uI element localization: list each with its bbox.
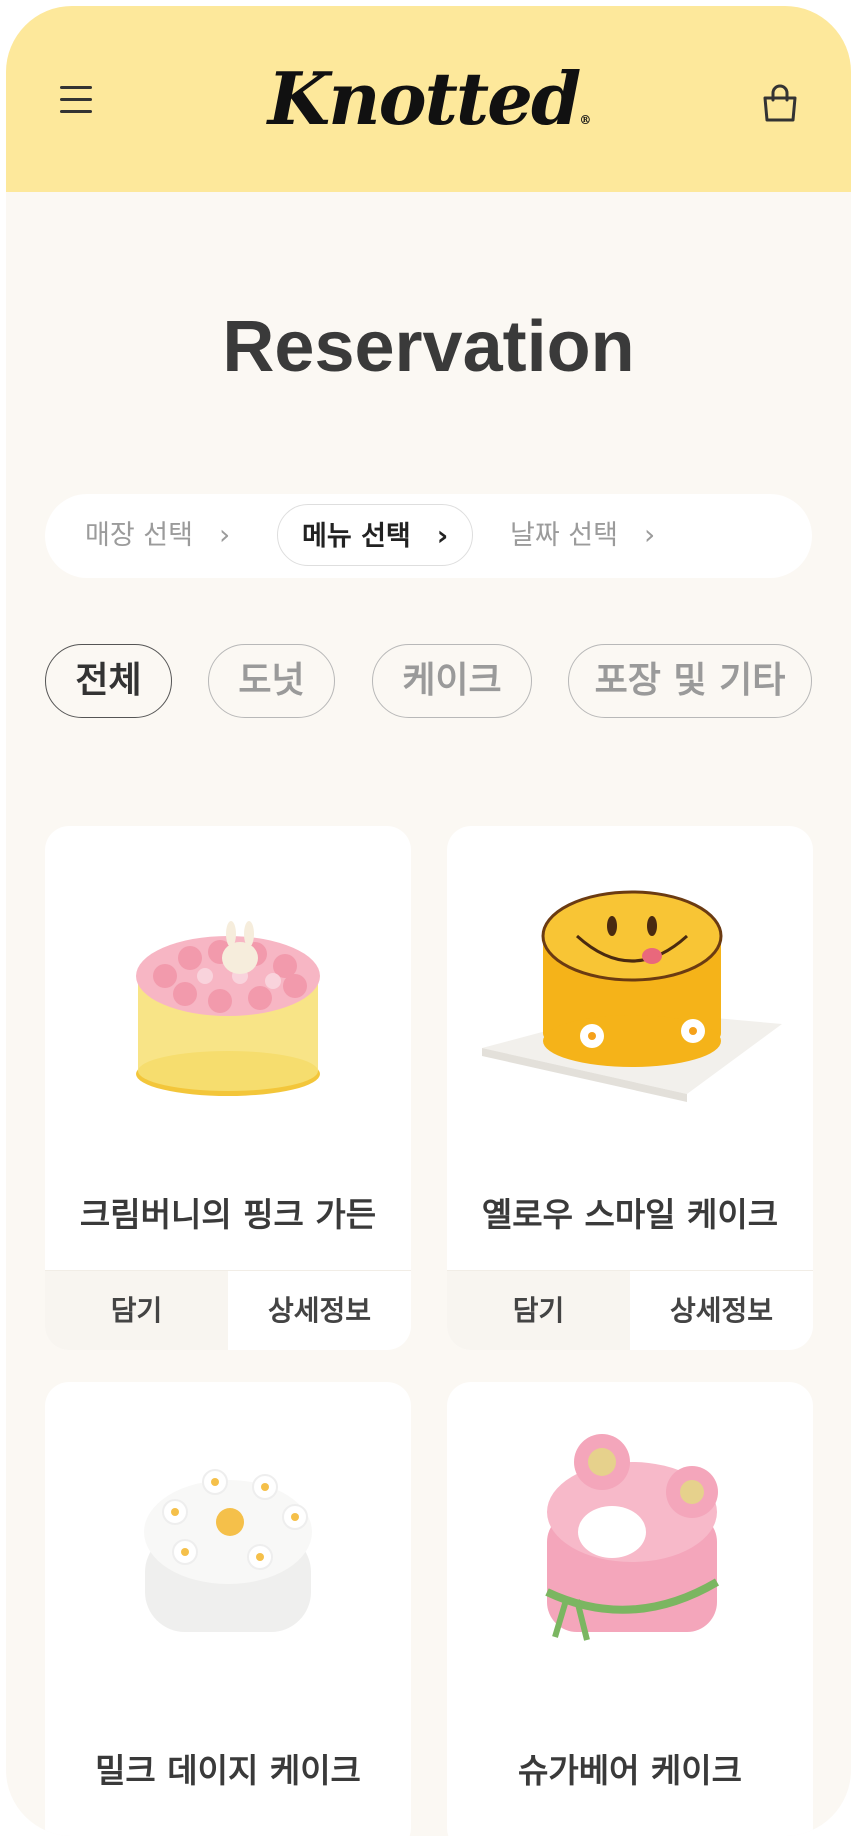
category-all[interactable]: 전체 [45, 644, 172, 718]
product-card[interactable]: 밀크 데이지 케이크 [45, 1382, 411, 1836]
product-image-yellow-smile-cake[interactable] [447, 826, 813, 1156]
step-menu-select[interactable]: 메뉴 선택 › [277, 504, 474, 566]
chevron-right-icon: › [218, 518, 231, 551]
product-actions: 담기 상세정보 [447, 1270, 813, 1350]
app-screen: Knotted® Reservation 매장 선택 › 메뉴 선택 › 날짜 선택… [6, 6, 851, 1836]
product-name: 밀크 데이지 케이크 [95, 1751, 361, 1790]
product-name: 슈가베어 케이크 [517, 1751, 742, 1790]
reservation-steps: 매장 선택 › 메뉴 선택 › 날짜 선택 › [45, 494, 812, 578]
step-date-select[interactable]: 날짜 선택 › [510, 504, 655, 566]
category-donut[interactable]: 도넛 [208, 644, 335, 718]
brand-logo[interactable]: Knotted® [6, 56, 851, 141]
product-image-sugar-bear-cake[interactable] [447, 1382, 813, 1712]
header: Knotted® [6, 6, 851, 192]
chevron-right-icon: › [643, 518, 656, 551]
product-actions: 담기 상세정보 [45, 1270, 411, 1350]
category-packaging-etc[interactable]: 포장 및 기타 [568, 644, 812, 718]
page-title: Reservation [222, 307, 635, 387]
category-cake[interactable]: 케이크 [372, 644, 532, 718]
product-image-milk-daisy-cake[interactable] [45, 1382, 411, 1712]
add-to-cart-button[interactable]: 담기 [447, 1271, 630, 1350]
product-card[interactable]: 슈가베어 케이크 [447, 1382, 813, 1836]
product-name: 옐로우 스마일 케이크 [481, 1195, 779, 1234]
add-to-cart-button[interactable]: 담기 [45, 1271, 228, 1350]
chevron-right-icon: › [436, 519, 449, 552]
step-store-select[interactable]: 매장 선택 › [85, 504, 230, 566]
shopping-bag-icon[interactable] [759, 82, 801, 124]
product-name: 크림버니의 핑크 가든 [79, 1195, 377, 1234]
product-card[interactable]: 크림버니의 핑크 가든 담기 상세정보 [45, 826, 411, 1350]
product-image-pink-garden-cake[interactable] [45, 826, 411, 1156]
product-card[interactable]: 옐로우 스마일 케이크 담기 상세정보 [447, 826, 813, 1350]
details-button[interactable]: 상세정보 [630, 1271, 813, 1350]
details-button[interactable]: 상세정보 [228, 1271, 411, 1350]
